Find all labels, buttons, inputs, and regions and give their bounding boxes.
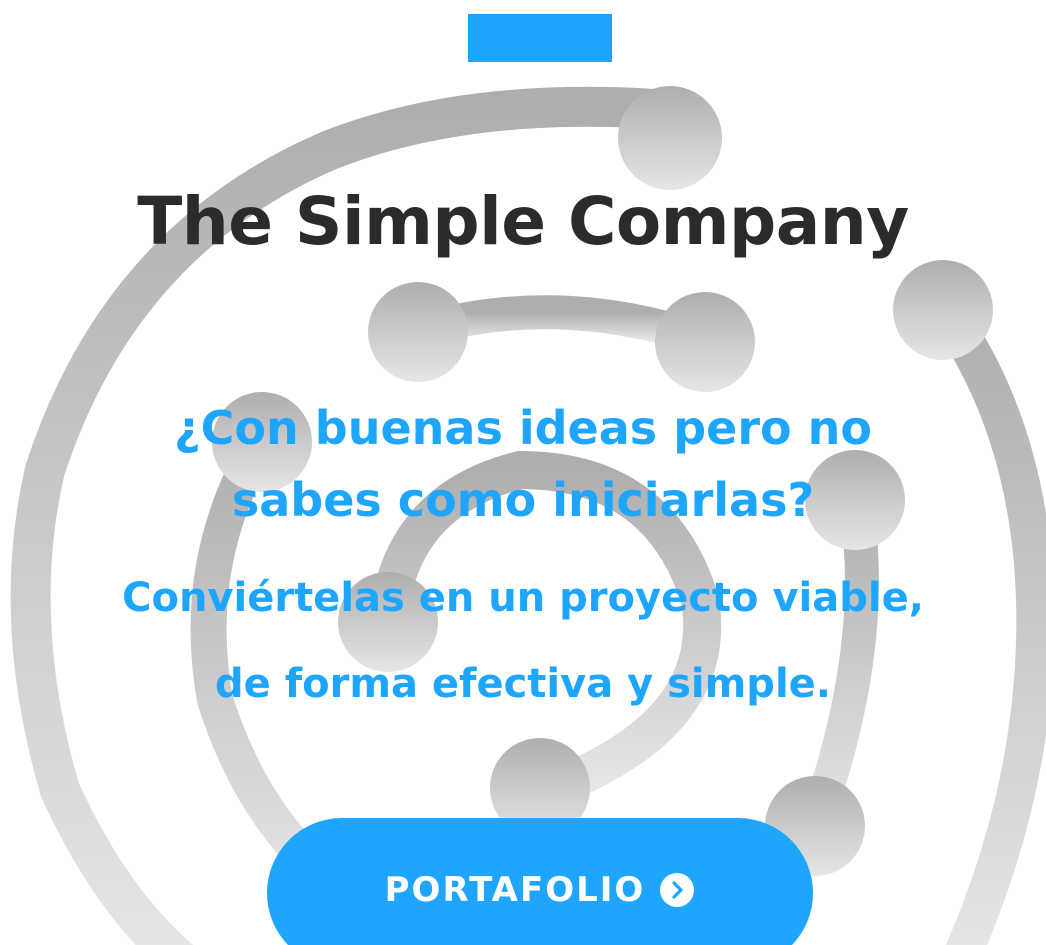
hero-subline-2: de forma efectiva y simple. — [215, 661, 831, 707]
hero-headline: ¿Con buenas ideas pero no sabes como ini… — [174, 401, 872, 527]
chevron-right-circle-icon — [659, 872, 695, 908]
company-title: The Simple Company — [137, 183, 909, 260]
portafolio-button-content: PORTAFOLIO — [267, 868, 813, 912]
portafolio-button[interactable]: PORTAFOLIO — [267, 818, 813, 945]
hero-subline-1: Conviértelas en un proyecto viable, — [122, 575, 924, 621]
portafolio-button-label: PORTAFOLIO — [384, 870, 646, 910]
top-accent-bar — [468, 14, 612, 62]
